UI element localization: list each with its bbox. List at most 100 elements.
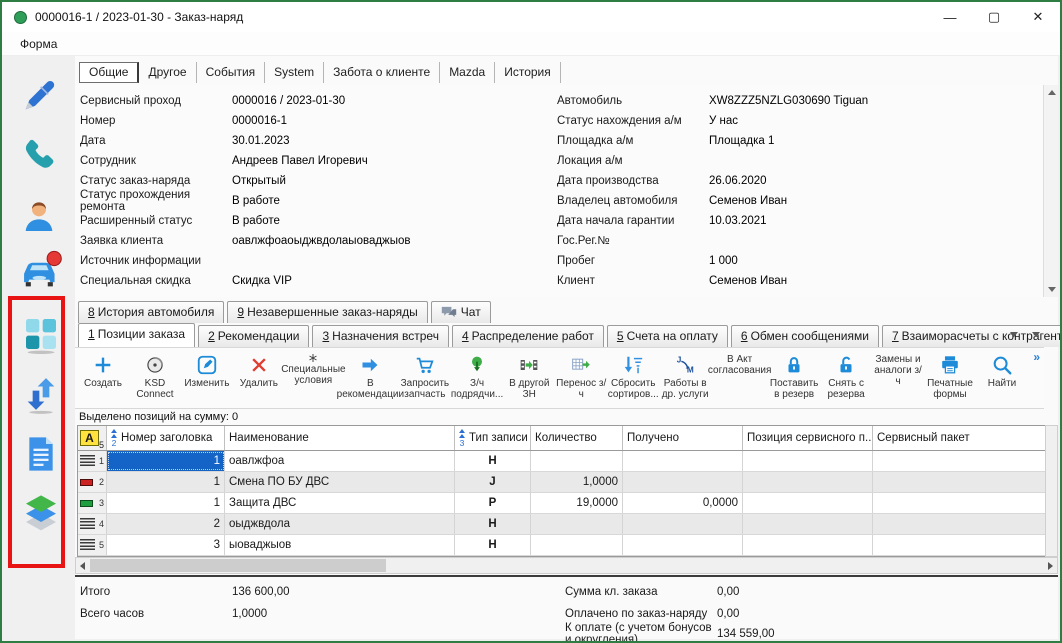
scroll-down-icon[interactable]	[1048, 287, 1056, 292]
app-status-dot-icon	[14, 11, 27, 24]
create-button[interactable]: Создать	[77, 350, 129, 389]
selected-cell[interactable]: 1	[107, 451, 225, 471]
tabs-dropdown-icon[interactable]	[1032, 332, 1040, 337]
car-status-icon[interactable]	[19, 250, 63, 294]
lock-icon	[783, 351, 805, 378]
header-qty[interactable]: Количество	[531, 426, 623, 450]
field-date: Дата30.01.2023	[80, 131, 545, 151]
tab-appointments[interactable]: 3Назначения встреч	[312, 325, 448, 347]
header-marker-cell[interactable]: А 5	[78, 426, 107, 450]
special-conditions-button[interactable]: Специальные условия	[285, 350, 342, 386]
field-service-pass: Сервисный проход0000016 / 2023-01-30	[80, 91, 545, 111]
field-car-owner: Владелец автомобиляСеменов Иван	[557, 191, 1022, 211]
to-other-order-button[interactable]: В другой ЗН	[503, 350, 555, 400]
unlock-icon	[835, 351, 857, 378]
tab-invoices[interactable]: 5Счета на оплату	[607, 325, 728, 347]
tab-system[interactable]: System	[265, 62, 324, 83]
order-positions-table: А 5 2 Номер заголовка Наименование 3 Тип…	[77, 425, 1048, 557]
table-row[interactable]: 1 1 оавлжфоа Н	[78, 451, 1047, 472]
asterisk-icon	[307, 351, 319, 364]
table-row[interactable]: 4 2 оыджвдола Н	[78, 514, 1047, 535]
scroll-right-icon[interactable]	[1048, 562, 1053, 570]
field-car: АвтомобильXW8ZZZ5NZLG030690 Tiguan	[557, 91, 1022, 111]
works-to-services-button[interactable]: JM Работы в др. услуги	[659, 350, 711, 400]
field-mileage: Пробег1 000	[557, 251, 1022, 271]
close-button[interactable]: ✕	[1016, 2, 1060, 32]
summary-client-order-sum: Сумма кл. заказа0,00	[565, 586, 739, 598]
svg-text:J: J	[677, 355, 682, 364]
table-horizontal-scrollbar[interactable]	[75, 557, 1058, 574]
tab-drugoe[interactable]: Другое	[139, 62, 196, 83]
annotation-highlight-box	[8, 296, 65, 568]
tab-istoriya[interactable]: История	[495, 62, 561, 83]
transfer-arrows-icon[interactable]	[21, 374, 61, 414]
scroll-up-icon[interactable]	[1048, 90, 1056, 95]
tab-car-history[interactable]: 8История автомобиля	[78, 301, 224, 323]
green-marker-icon	[80, 500, 93, 507]
tab-mazda[interactable]: Mazda	[440, 62, 495, 83]
menubar: Форма	[2, 32, 1060, 56]
menu-form[interactable]: Форма	[10, 35, 67, 53]
field-client: КлиентСеменов Иван	[557, 271, 1022, 291]
find-button[interactable]: Найти	[976, 350, 1028, 389]
maximize-button[interactable]: ▢	[972, 2, 1016, 32]
scrollbar-thumb[interactable]	[90, 559, 386, 572]
marker-count: 5	[99, 440, 104, 450]
contractor-parts-button[interactable]: З/ч подрядчи...	[451, 350, 503, 400]
tab-zabota[interactable]: Забота о клиенте	[324, 62, 440, 83]
field-car-site: Площадка а/мПлощадка 1	[557, 131, 1022, 151]
tab-unfinished-orders[interactable]: 9Незавершенные заказ-наряды	[227, 301, 427, 323]
toolbar: Создать KSD Connect Изменить Удалить Спе…	[75, 347, 1044, 409]
unreserve-button[interactable]: Снять с резерва	[820, 350, 872, 400]
header-received[interactable]: Получено	[623, 426, 743, 450]
replacements-analogs-button[interactable]: Замены и аналоги з/ч	[872, 350, 924, 387]
toolbar-overflow-chevron[interactable]: »	[1033, 350, 1040, 364]
blocks-icon[interactable]	[21, 314, 61, 354]
field-order-status: Статус заказ-нарядаОткрытый	[80, 171, 545, 191]
form-vertical-scrollbar[interactable]	[1043, 85, 1058, 297]
header-name[interactable]: Наименование	[225, 426, 455, 450]
table-row[interactable]: 2 1 Смена ПО БУ ДВС J 1,0000	[78, 472, 1047, 493]
tab-work-distribution[interactable]: 4Распределение работ	[452, 325, 604, 347]
edit-button[interactable]: Изменить	[181, 350, 233, 389]
reset-sort-icon	[622, 351, 644, 378]
header-num[interactable]: 2 Номер заголовка	[107, 426, 225, 450]
document-icon[interactable]	[21, 434, 61, 474]
request-part-button[interactable]: Запросить запчасть	[399, 350, 451, 400]
tab-sobytiya[interactable]: События	[197, 62, 266, 83]
reset-sort-button[interactable]: Сбросить сортиров...	[607, 350, 659, 400]
tab-chat[interactable]: Чат	[431, 301, 491, 323]
summary-total: Итого136 600,00	[80, 586, 290, 598]
header-type[interactable]: 3 Тип записи	[455, 426, 531, 450]
tab-obschie[interactable]: Общие	[79, 62, 139, 83]
table-row[interactable]: 5 3 ыоваджыов Н	[78, 535, 1047, 556]
phone-icon[interactable]	[19, 136, 59, 176]
history-tabs: 8История автомобиля 9Незавершенные заказ…	[78, 298, 494, 323]
tab-messages[interactable]: 6Обмен сообщениями	[731, 325, 879, 347]
print-forms-button[interactable]: Печатные формы	[924, 350, 976, 400]
pen-icon[interactable]	[19, 76, 59, 116]
tabs-dropdown-icon[interactable]	[1010, 332, 1018, 337]
table-row[interactable]: 3 1 Защита ДВС Р 19,0000 0,0000	[78, 493, 1047, 514]
scroll-left-icon[interactable]	[80, 562, 85, 570]
ksd-connect-button[interactable]: KSD Connect	[129, 350, 181, 400]
layers-icon[interactable]	[21, 492, 61, 532]
reserve-button[interactable]: Поставить в резерв	[768, 350, 820, 400]
to-recommendations-button[interactable]: В рекомендации	[342, 350, 399, 400]
to-approval-act-button[interactable]: В Акт согласования	[711, 350, 768, 376]
tab-order-positions[interactable]: 1Позиции заказа	[78, 323, 195, 347]
header-service-position[interactable]: Позиция сервисного п...	[743, 426, 873, 450]
works-to-services-icon: JM	[674, 351, 696, 378]
field-number: Номер0000016-1	[80, 111, 545, 131]
edit-icon	[196, 351, 218, 378]
selection-info: Выделено позиций на сумму: 0	[79, 411, 238, 423]
transfer-part-button[interactable]: Перенос з/ч	[555, 350, 607, 400]
minimize-button[interactable]: —	[928, 2, 972, 32]
client-icon[interactable]	[19, 196, 59, 236]
header-service-package[interactable]: Сервисный пакет	[873, 426, 1047, 450]
table-vertical-scrollbar[interactable]	[1045, 425, 1058, 557]
delete-button[interactable]: Удалить	[233, 350, 285, 389]
tab-recommendations[interactable]: 2Рекомендации	[198, 325, 309, 347]
window-controls: — ▢ ✕	[928, 2, 1060, 32]
form-right-column: АвтомобильXW8ZZZ5NZLG030690 Tiguan Стату…	[557, 91, 1022, 291]
